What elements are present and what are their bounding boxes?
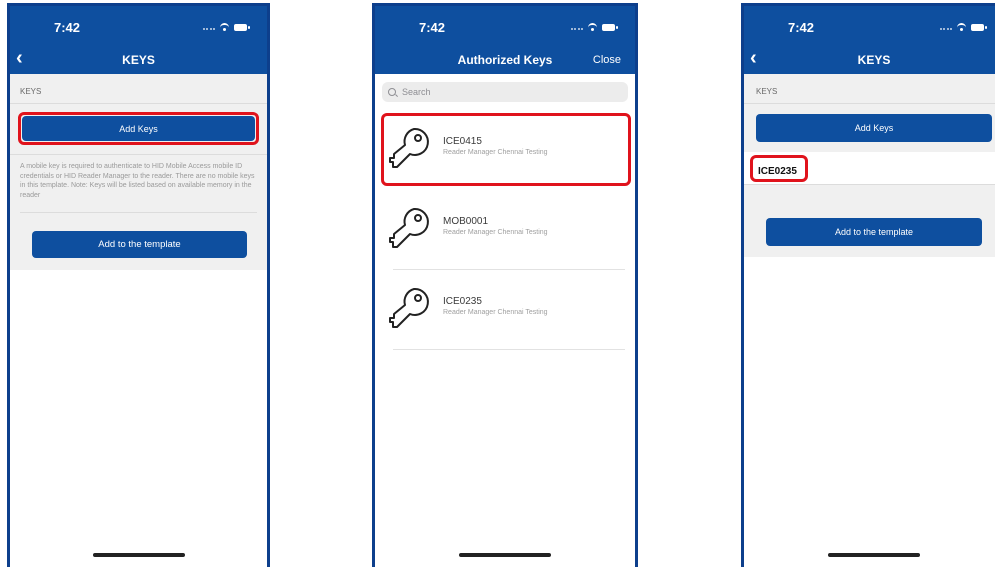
phone-screen-keys-added: 7:42 ‹ KEYS KEYS Add Keys ICE0235 Add to… [741, 3, 995, 567]
status-time: 7:42 [788, 20, 815, 35]
page-title: KEYS [122, 53, 155, 67]
section-label: KEYS [20, 87, 42, 96]
battery-icon [602, 23, 618, 31]
key-subtitle: Reader Manager Chennai Testing [443, 229, 548, 236]
key-id: ICE0235 [443, 296, 482, 307]
status-time: 7:42 [54, 20, 81, 35]
battery-icon [234, 23, 250, 31]
nav-header: 7:42 Authorized Keys Close [375, 6, 635, 74]
status-time: 7:42 [419, 20, 446, 35]
home-indicator [828, 553, 920, 557]
divider [10, 103, 267, 104]
page-title: KEYS [857, 53, 891, 67]
phone-screen-authorized-keys: 7:42 Authorized Keys Close Search ICE041… [372, 3, 638, 567]
status-icons [571, 22, 618, 32]
wifi-icon [220, 23, 229, 32]
status-icons [940, 22, 987, 32]
signal-icon [203, 28, 215, 32]
key-list-item[interactable]: MOB0001 Reader Manager Chennai Testing [385, 192, 625, 270]
add-to-template-button[interactable]: Add to the template [766, 218, 982, 246]
key-icon [389, 287, 429, 328]
section-label: KEYS [756, 87, 778, 96]
divider [393, 349, 625, 350]
search-input[interactable]: Search [382, 82, 628, 102]
key-id: MOB0001 [443, 216, 489, 227]
add-keys-button[interactable]: Add Keys [756, 114, 992, 142]
wifi-icon [957, 23, 966, 32]
add-to-template-button[interactable]: Add to the template [32, 231, 247, 258]
divider [744, 184, 995, 185]
add-keys-button[interactable]: Add Keys [22, 116, 255, 141]
home-indicator [92, 553, 185, 557]
wifi-icon [588, 23, 597, 32]
signal-icon [940, 28, 952, 32]
nav-header: 7:42 ‹ KEYS [10, 6, 267, 74]
status-icons [203, 22, 250, 32]
phone-screen-keys-empty: 7:42 ‹ KEYS KEYS Add Keys A mobile key i… [7, 3, 270, 567]
home-indicator [459, 553, 551, 557]
divider [393, 269, 625, 270]
key-subtitle: Reader Manager Chennai Testing [443, 309, 548, 316]
key-list-item[interactable]: ICE0235 Reader Manager Chennai Testing [385, 272, 625, 350]
divider [10, 154, 267, 155]
nav-header: 7:42 ‹ KEYS [744, 6, 995, 74]
close-button[interactable]: Close [593, 54, 621, 66]
signal-icon [571, 28, 583, 32]
divider [744, 103, 995, 104]
search-icon [388, 88, 396, 96]
highlight-outline [381, 113, 631, 186]
key-icon [389, 207, 429, 248]
added-key-id: ICE0235 [758, 166, 797, 177]
divider [20, 212, 257, 213]
no-keys-description: A mobile key is required to authenticate… [20, 163, 255, 199]
battery-icon [971, 23, 987, 31]
search-placeholder: Search [402, 87, 431, 97]
